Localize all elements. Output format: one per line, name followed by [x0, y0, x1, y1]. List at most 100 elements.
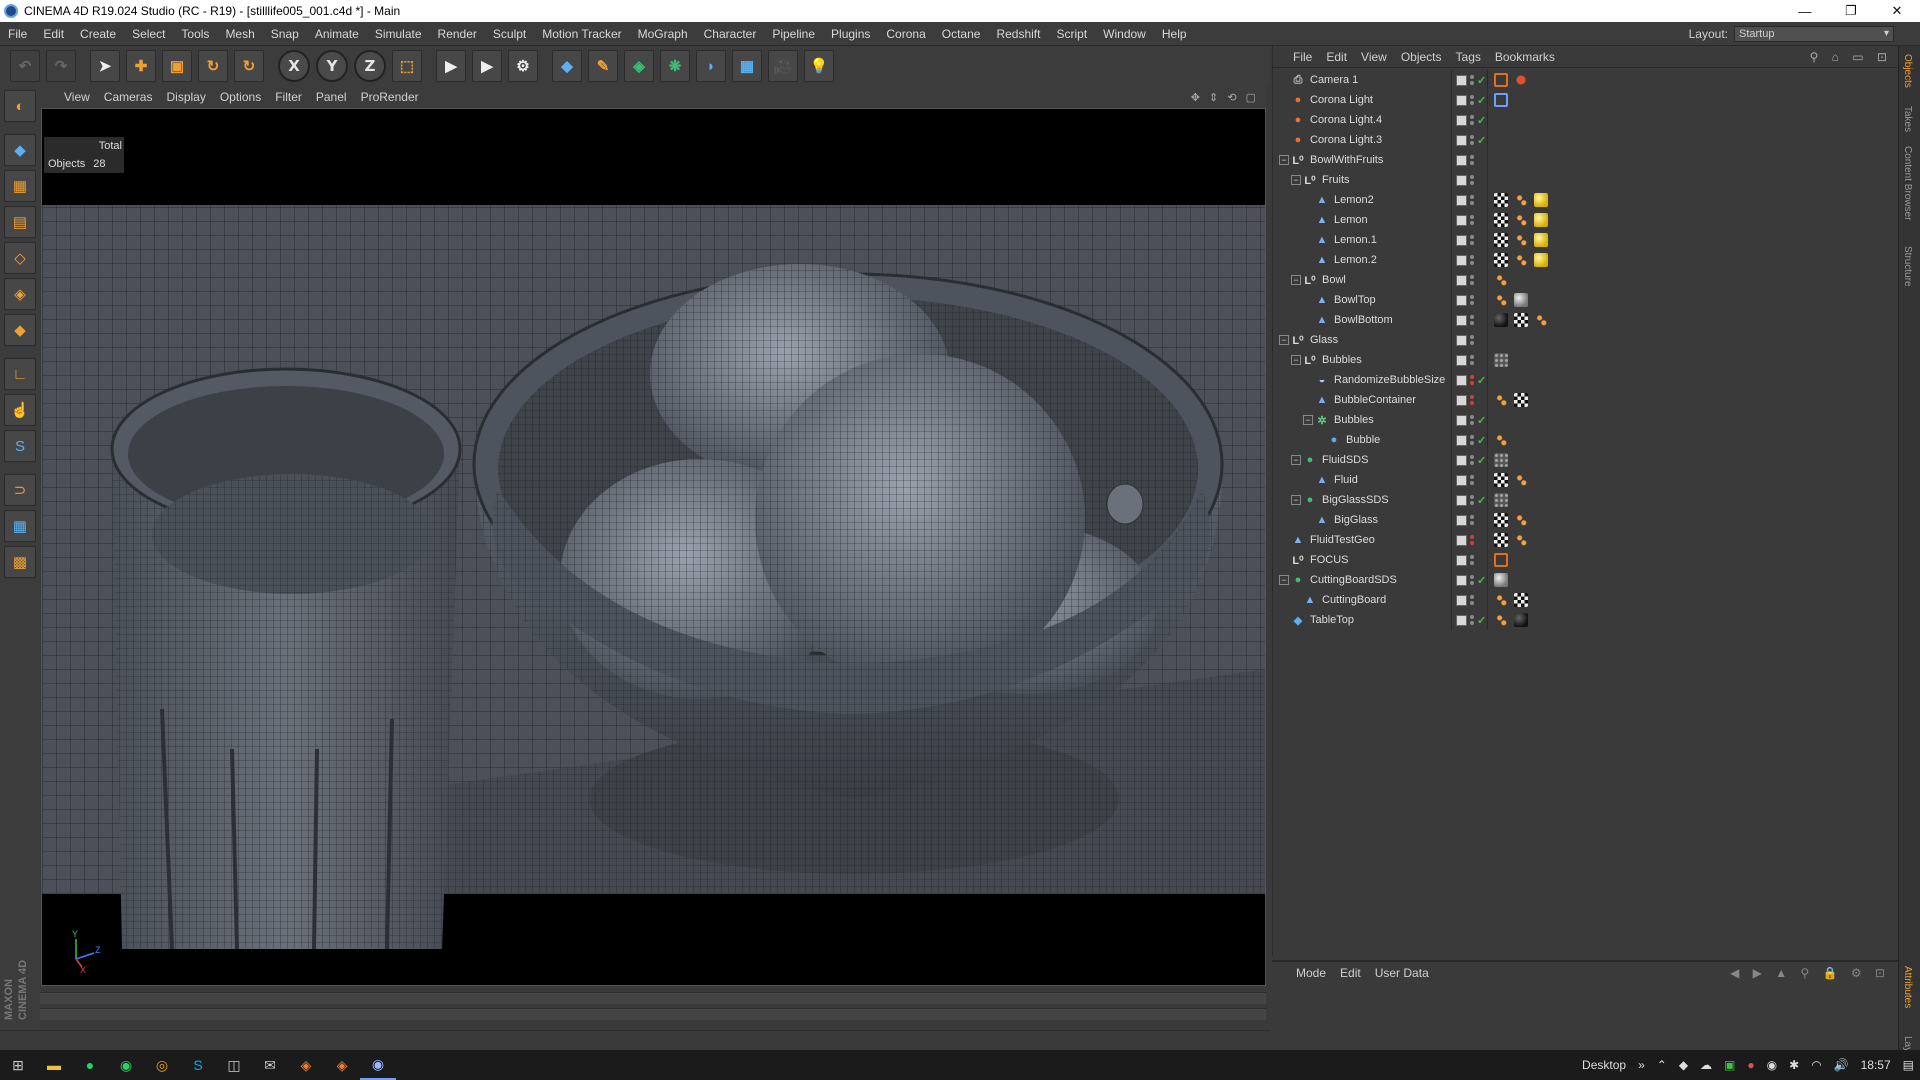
visibility-dots-icon[interactable] [1470, 254, 1475, 266]
checker-tag-icon[interactable] [1494, 533, 1508, 547]
viewport-menu-display[interactable]: Display [166, 90, 205, 104]
tray-icon-red[interactable]: ● [1747, 1058, 1754, 1072]
cube-primitive-button[interactable]: ◆ [552, 50, 582, 82]
menu-file[interactable]: File [0, 27, 35, 41]
enabled-check-icon[interactable]: ✓ [1477, 434, 1486, 447]
object-row[interactable]: ▲ Fluid [1273, 470, 1899, 490]
object-row[interactable]: − ● BigGlassSDS ✓ [1273, 490, 1899, 510]
app-icon-1[interactable]: ◈ [288, 1050, 324, 1080]
checker-tag-icon[interactable] [1514, 313, 1528, 327]
visibility-dots-icon[interactable] [1470, 154, 1475, 166]
layer-toggle-icon[interactable] [1456, 274, 1467, 286]
object-row[interactable]: ▲ Lemon2 [1273, 190, 1899, 210]
visibility-dots-icon[interactable] [1470, 494, 1475, 506]
cinema4d-taskbar-icon[interactable]: ◉ [360, 1050, 396, 1080]
object-name[interactable]: BowlTop [1334, 294, 1376, 306]
visibility-dots-icon[interactable] [1470, 74, 1475, 86]
whatsapp-icon[interactable]: ◉ [108, 1050, 144, 1080]
viewport-menu-view[interactable]: View [64, 90, 90, 104]
object-row[interactable]: ◆ TableTop ✓ [1273, 610, 1899, 630]
close-button[interactable]: ✕ [1874, 0, 1920, 22]
layer-toggle-icon[interactable] [1456, 114, 1467, 126]
bubbles-tag-icon[interactable] [1494, 493, 1508, 507]
yellow-tag-icon[interactable] [1534, 213, 1548, 227]
side-tab-attributes[interactable]: Attributes [1902, 966, 1913, 1008]
menu-edit[interactable]: Edit [35, 27, 72, 41]
magnet-icon[interactable]: ⊃ [4, 474, 36, 506]
phong-tag-icon[interactable] [1514, 233, 1528, 247]
object-row[interactable]: ▲ BigGlass [1273, 510, 1899, 530]
screenshot-tool-icon[interactable]: ◫ [216, 1050, 252, 1080]
phong-tag-icon[interactable] [1514, 473, 1528, 487]
visibility-dots-icon[interactable] [1470, 174, 1475, 186]
object-row[interactable]: ▲ BowlBottom [1273, 310, 1899, 330]
object-name-cell[interactable]: ◆ TableTop [1273, 610, 1451, 630]
bubbles-tag-icon[interactable] [1494, 453, 1508, 467]
visibility-dots-icon[interactable] [1470, 574, 1475, 586]
visibility-dots-icon[interactable] [1470, 394, 1475, 406]
recent-tool-button[interactable]: ↻ [234, 50, 264, 82]
menu-script[interactable]: Script [1048, 27, 1095, 41]
menu-animate[interactable]: Animate [307, 27, 367, 41]
render-picture-viewer-button[interactable]: ▶ [472, 50, 502, 82]
object-name-cell[interactable]: − L⁰ Fruits [1273, 170, 1451, 190]
move-tool-button[interactable]: ✚ [126, 50, 156, 82]
layer-toggle-icon[interactable] [1456, 594, 1467, 606]
notifications-icon[interactable]: ▤ [1903, 1058, 1914, 1072]
object-name[interactable]: FOCUS [1310, 554, 1349, 566]
phong-tag-icon[interactable] [1494, 293, 1508, 307]
menu-character[interactable]: Character [696, 27, 765, 41]
menu-mesh[interactable]: Mesh [217, 27, 262, 41]
object-name-cell[interactable]: − L⁰ Glass [1273, 330, 1451, 350]
object-name[interactable]: Bubbles [1322, 354, 1362, 366]
visibility-dots-icon[interactable] [1470, 134, 1475, 146]
om-toolbar-icons[interactable]: ⚲ ⌂ ▭ ⊡ [1810, 50, 1892, 64]
object-name-cell[interactable]: ● Corona Light.4 [1273, 110, 1451, 130]
om-menu-view[interactable]: View [1361, 50, 1387, 64]
phong-tag-icon[interactable] [1514, 533, 1528, 547]
visibility-dots-icon[interactable] [1470, 354, 1475, 366]
make-editable-icon[interactable]: ◐ [4, 90, 36, 122]
object-name-cell[interactable]: ▲ Fluid [1273, 470, 1451, 490]
checker-tag-icon[interactable] [1514, 593, 1528, 607]
polygons-mode-icon[interactable]: ◆ [4, 314, 36, 346]
menu-octane[interactable]: Octane [934, 27, 989, 41]
phong-tag-icon[interactable] [1494, 593, 1508, 607]
object-name-cell[interactable]: ▲ BowlTop [1273, 290, 1451, 310]
visibility-dots-icon[interactable] [1470, 534, 1475, 546]
visibility-dots-icon[interactable] [1470, 274, 1475, 286]
tray-icon-gray[interactable]: ◉ [1767, 1058, 1777, 1072]
layer-toggle-icon[interactable] [1456, 354, 1467, 366]
phong-tag-icon[interactable] [1514, 253, 1528, 267]
dark-tag-icon[interactable] [1494, 313, 1508, 327]
object-name-cell[interactable]: − ✲ Bubbles [1273, 410, 1451, 430]
tray-app-icon[interactable]: ◆ [1679, 1058, 1688, 1072]
viewport-menu-panel[interactable]: Panel [316, 90, 347, 104]
visibility-dots-icon[interactable] [1470, 414, 1475, 426]
object-name[interactable]: CuttingBoardSDS [1310, 574, 1397, 586]
enabled-check-icon[interactable]: ✓ [1477, 494, 1486, 507]
object-name[interactable]: Bubble [1346, 434, 1380, 446]
object-name[interactable]: BigGlassSDS [1322, 494, 1389, 506]
object-row[interactable]: ▲ Lemon.2 [1273, 250, 1899, 270]
visibility-dots-icon[interactable] [1470, 614, 1475, 626]
layer-toggle-icon[interactable] [1456, 74, 1467, 86]
tray-icon-green[interactable]: ▣ [1724, 1058, 1735, 1072]
menu-select[interactable]: Select [124, 27, 173, 41]
object-name-cell[interactable]: ● Corona Light.3 [1273, 130, 1451, 150]
object-name-cell[interactable]: ▲ BowlBottom [1273, 310, 1451, 330]
om-menu-tags[interactable]: Tags [1456, 50, 1481, 64]
enabled-check-icon[interactable]: ✓ [1477, 134, 1486, 147]
checker-tag-icon[interactable] [1494, 213, 1508, 227]
object-name-cell[interactable]: − L⁰ Bowl [1273, 270, 1451, 290]
enabled-check-icon[interactable]: ✓ [1477, 94, 1486, 107]
x-axis-lock-button[interactable]: X [278, 50, 310, 82]
layer-toggle-icon[interactable] [1456, 314, 1467, 326]
visibility-dots-icon[interactable] [1470, 314, 1475, 326]
model-mode-icon[interactable]: ◆ [4, 134, 36, 166]
object-name[interactable]: Corona Light [1310, 94, 1373, 106]
y-axis-lock-button[interactable]: Y [316, 50, 348, 82]
object-name[interactable]: Glass [1310, 334, 1338, 346]
layer-toggle-icon[interactable] [1456, 554, 1467, 566]
enabled-check-icon[interactable]: ✓ [1477, 574, 1486, 587]
